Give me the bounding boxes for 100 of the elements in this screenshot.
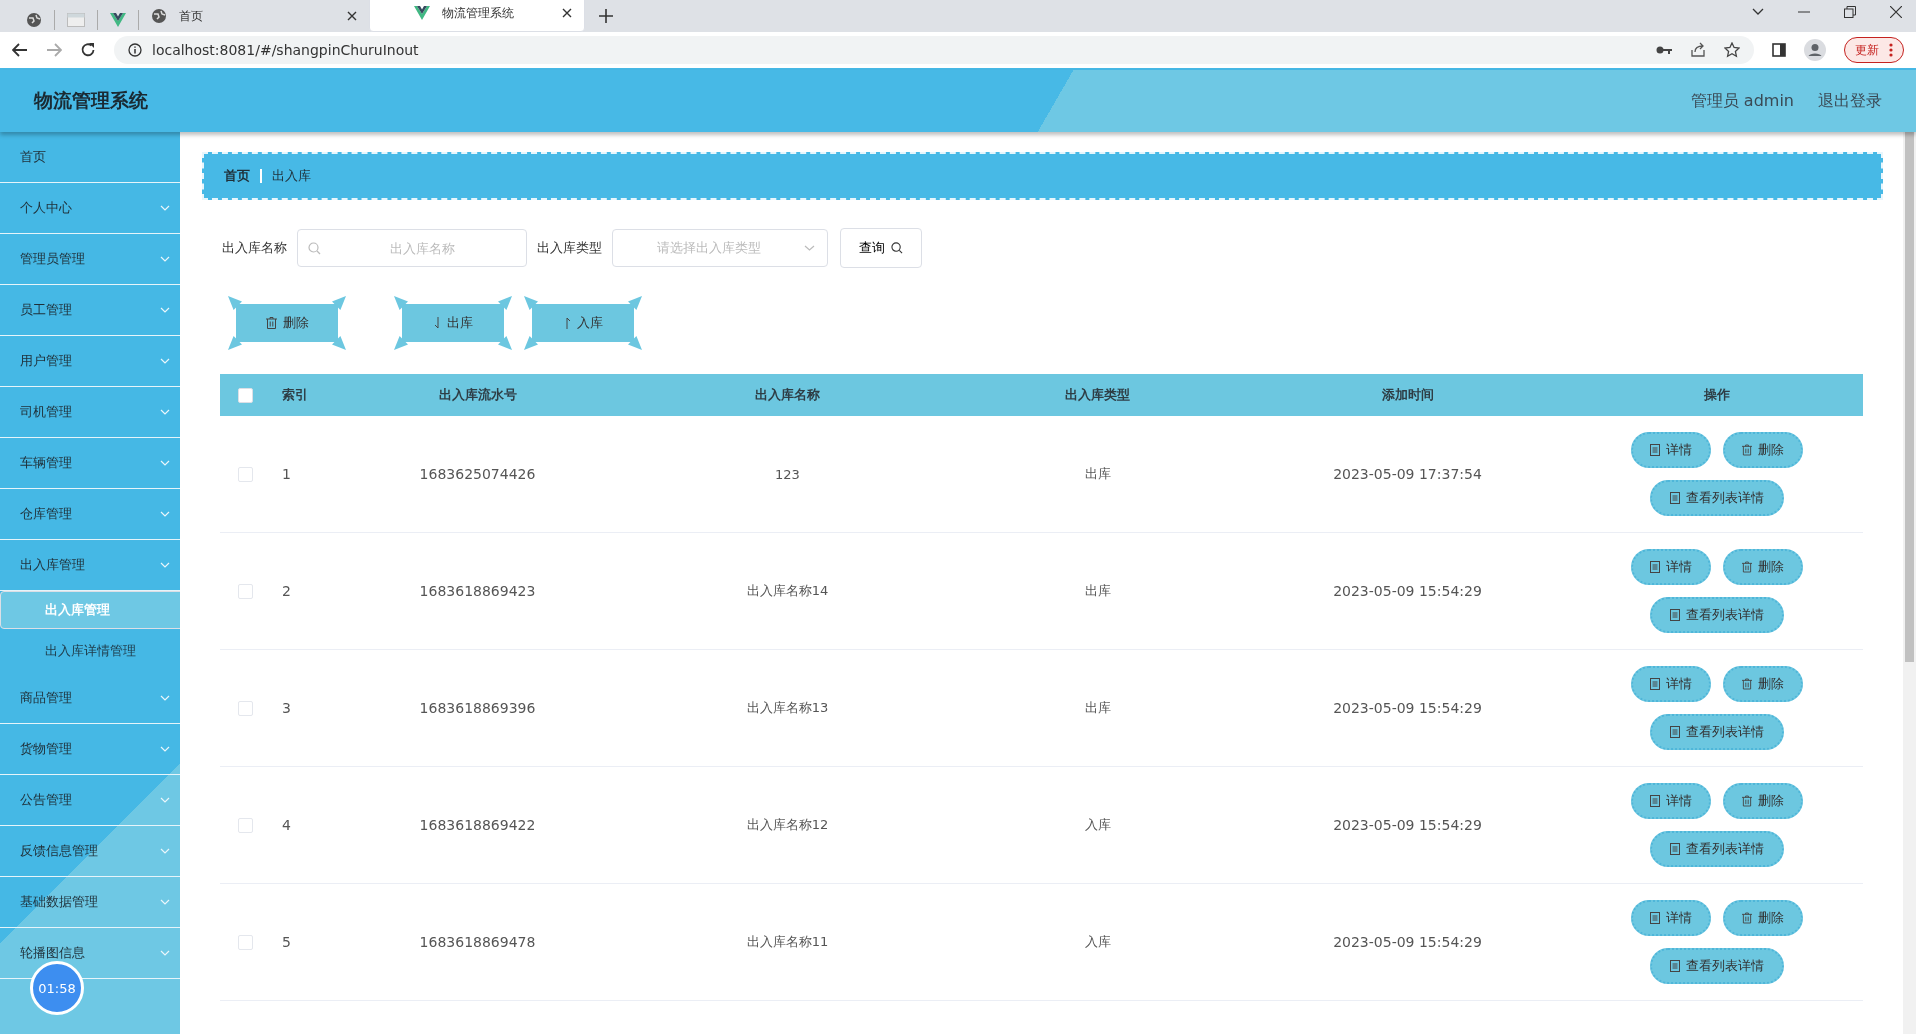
menu-item[interactable]: 用户管理 bbox=[0, 336, 180, 387]
reload-icon[interactable] bbox=[80, 42, 96, 58]
chevron-down-icon bbox=[160, 205, 170, 211]
search-field[interactable]: 出入库名称 bbox=[297, 229, 527, 267]
delete-button[interactable]: 删除 bbox=[1722, 432, 1803, 468]
menu-item[interactable]: 仓库管理 bbox=[0, 489, 180, 540]
document-icon bbox=[1649, 678, 1660, 690]
menu-item[interactable]: 员工管理 bbox=[0, 285, 180, 336]
new-tab-icon[interactable] bbox=[599, 9, 613, 23]
menu-item[interactable]: 商品管理 bbox=[0, 673, 180, 724]
address-field[interactable]: localhost:8081/#/shangpinChuruInout bbox=[114, 36, 1754, 64]
menu-item[interactable]: 反馈信息管理 bbox=[0, 826, 180, 877]
trash-icon bbox=[1741, 561, 1752, 573]
breadcrumb-item[interactable]: 首页 bbox=[224, 167, 250, 185]
row-checkbox[interactable] bbox=[237, 583, 253, 599]
query-button[interactable]: 查询 bbox=[840, 228, 922, 268]
document-icon bbox=[1669, 492, 1680, 504]
delete-button[interactable]: 删除 bbox=[1722, 666, 1803, 702]
inbound-button[interactable]: 入库 bbox=[524, 296, 642, 350]
close-icon[interactable] bbox=[347, 11, 357, 21]
delete-button[interactable]: 删除 bbox=[1722, 549, 1803, 585]
table-cell-text: 2023-05-09 17:37:54 bbox=[1332, 466, 1483, 482]
delete-button[interactable]: 删除 bbox=[1722, 900, 1803, 936]
chevron-down-icon bbox=[160, 307, 170, 313]
update-button[interactable]: 更新 bbox=[1844, 37, 1904, 63]
chevron-down-icon bbox=[160, 899, 170, 905]
close-icon[interactable] bbox=[1890, 6, 1902, 18]
column-header: 添加时间 bbox=[1380, 386, 1435, 404]
chevron-down-icon bbox=[160, 511, 170, 517]
view-list-details-button[interactable]: 查看列表详情 bbox=[1649, 714, 1784, 750]
menu-item[interactable]: 基础数据管理 bbox=[0, 877, 180, 928]
back-icon[interactable] bbox=[12, 43, 28, 57]
table-cell-text: 5 bbox=[281, 934, 292, 950]
delete-button[interactable]: 删除 bbox=[228, 296, 346, 350]
star-icon[interactable] bbox=[1724, 42, 1740, 58]
row-checkbox[interactable] bbox=[237, 700, 253, 716]
delete-button[interactable]: 删除 bbox=[1722, 783, 1803, 819]
detail-button[interactable]: 详情 bbox=[1630, 549, 1711, 585]
document-icon bbox=[1649, 444, 1660, 456]
document-icon bbox=[1669, 609, 1680, 621]
browser-tab[interactable]: 物流管理系统 bbox=[369, 0, 585, 32]
row-checkbox[interactable] bbox=[237, 466, 253, 482]
profile-icon[interactable] bbox=[1804, 39, 1826, 61]
menu-item[interactable]: 车辆管理 bbox=[0, 438, 180, 489]
submenu-item[interactable]: 出入库详情管理 bbox=[0, 629, 180, 673]
select-all-checkbox[interactable] bbox=[237, 387, 253, 403]
menu-item[interactable]: 首页 bbox=[0, 132, 180, 183]
vue-logo-icon bbox=[110, 13, 126, 27]
table-cell-text: 1683618869396 bbox=[418, 700, 537, 716]
browser-tab[interactable]: 首页 bbox=[139, 0, 369, 32]
chevron-down-icon[interactable] bbox=[1752, 8, 1764, 16]
close-icon[interactable] bbox=[562, 8, 572, 18]
vue-logo-icon bbox=[414, 6, 430, 20]
column-header: 操作 bbox=[1702, 386, 1731, 404]
logout-link[interactable]: 退出登录 bbox=[1818, 90, 1882, 112]
key-icon[interactable] bbox=[1656, 45, 1672, 55]
table-cell-text: 出入库名称14 bbox=[745, 582, 830, 600]
detail-button[interactable]: 详情 bbox=[1630, 900, 1711, 936]
row-checkbox[interactable] bbox=[237, 817, 253, 833]
chevron-down-icon bbox=[160, 848, 170, 854]
menu-item[interactable]: 管理员管理 bbox=[0, 234, 180, 285]
trash-icon bbox=[1741, 444, 1752, 456]
menu-item[interactable]: 个人中心 bbox=[0, 183, 180, 234]
outbound-button[interactable]: 出库 bbox=[394, 296, 512, 350]
more-icon bbox=[1889, 43, 1893, 57]
table-cell-text: 4 bbox=[281, 817, 292, 833]
detail-button[interactable]: 详情 bbox=[1630, 432, 1711, 468]
menu-item[interactable]: 司机管理 bbox=[0, 387, 180, 438]
table-cell-text: 2023-05-09 15:54:29 bbox=[1332, 583, 1483, 599]
field-label: 出入库名称 bbox=[222, 239, 287, 257]
document-icon bbox=[1669, 960, 1680, 972]
detail-button[interactable]: 详情 bbox=[1630, 666, 1711, 702]
detail-button[interactable]: 详情 bbox=[1630, 783, 1711, 819]
breadcrumb-item: 出入库 bbox=[272, 167, 311, 185]
scrollbar[interactable] bbox=[1903, 132, 1916, 1034]
row-checkbox[interactable] bbox=[237, 934, 253, 950]
search-icon bbox=[891, 242, 903, 254]
field-label: 出入库类型 bbox=[537, 239, 602, 257]
table-cell-text: 出入库名称12 bbox=[745, 816, 830, 834]
view-list-details-button[interactable]: 查看列表详情 bbox=[1649, 480, 1784, 516]
column-header: 出入库类型 bbox=[1064, 386, 1131, 404]
table-cell-text: 2 bbox=[281, 583, 292, 599]
spreadsheet-icon bbox=[67, 13, 85, 27]
restore-icon[interactable] bbox=[1844, 6, 1856, 18]
table-cell-text: 出库 bbox=[1083, 465, 1112, 483]
side-panel-icon[interactable] bbox=[1772, 43, 1786, 57]
view-list-details-button[interactable]: 查看列表详情 bbox=[1649, 948, 1784, 984]
menu-item[interactable]: 公告管理 bbox=[0, 775, 180, 826]
search-icon bbox=[308, 242, 321, 255]
column-header: 出入库流水号 bbox=[437, 386, 518, 404]
trash-icon bbox=[1741, 678, 1752, 690]
table-cell-text: 2023-05-09 15:54:29 bbox=[1332, 700, 1483, 716]
share-icon[interactable] bbox=[1690, 42, 1706, 58]
table-cell-text: 1683618869423 bbox=[418, 583, 537, 599]
menu-item[interactable]: 货物管理 bbox=[0, 724, 180, 775]
document-icon bbox=[1669, 843, 1680, 855]
view-list-details-button[interactable]: 查看列表详情 bbox=[1649, 597, 1784, 633]
view-list-details-button[interactable]: 查看列表详情 bbox=[1649, 831, 1784, 867]
table-cell-text: 2023-05-09 15:54:29 bbox=[1332, 817, 1483, 833]
chevron-down-icon bbox=[160, 746, 170, 752]
